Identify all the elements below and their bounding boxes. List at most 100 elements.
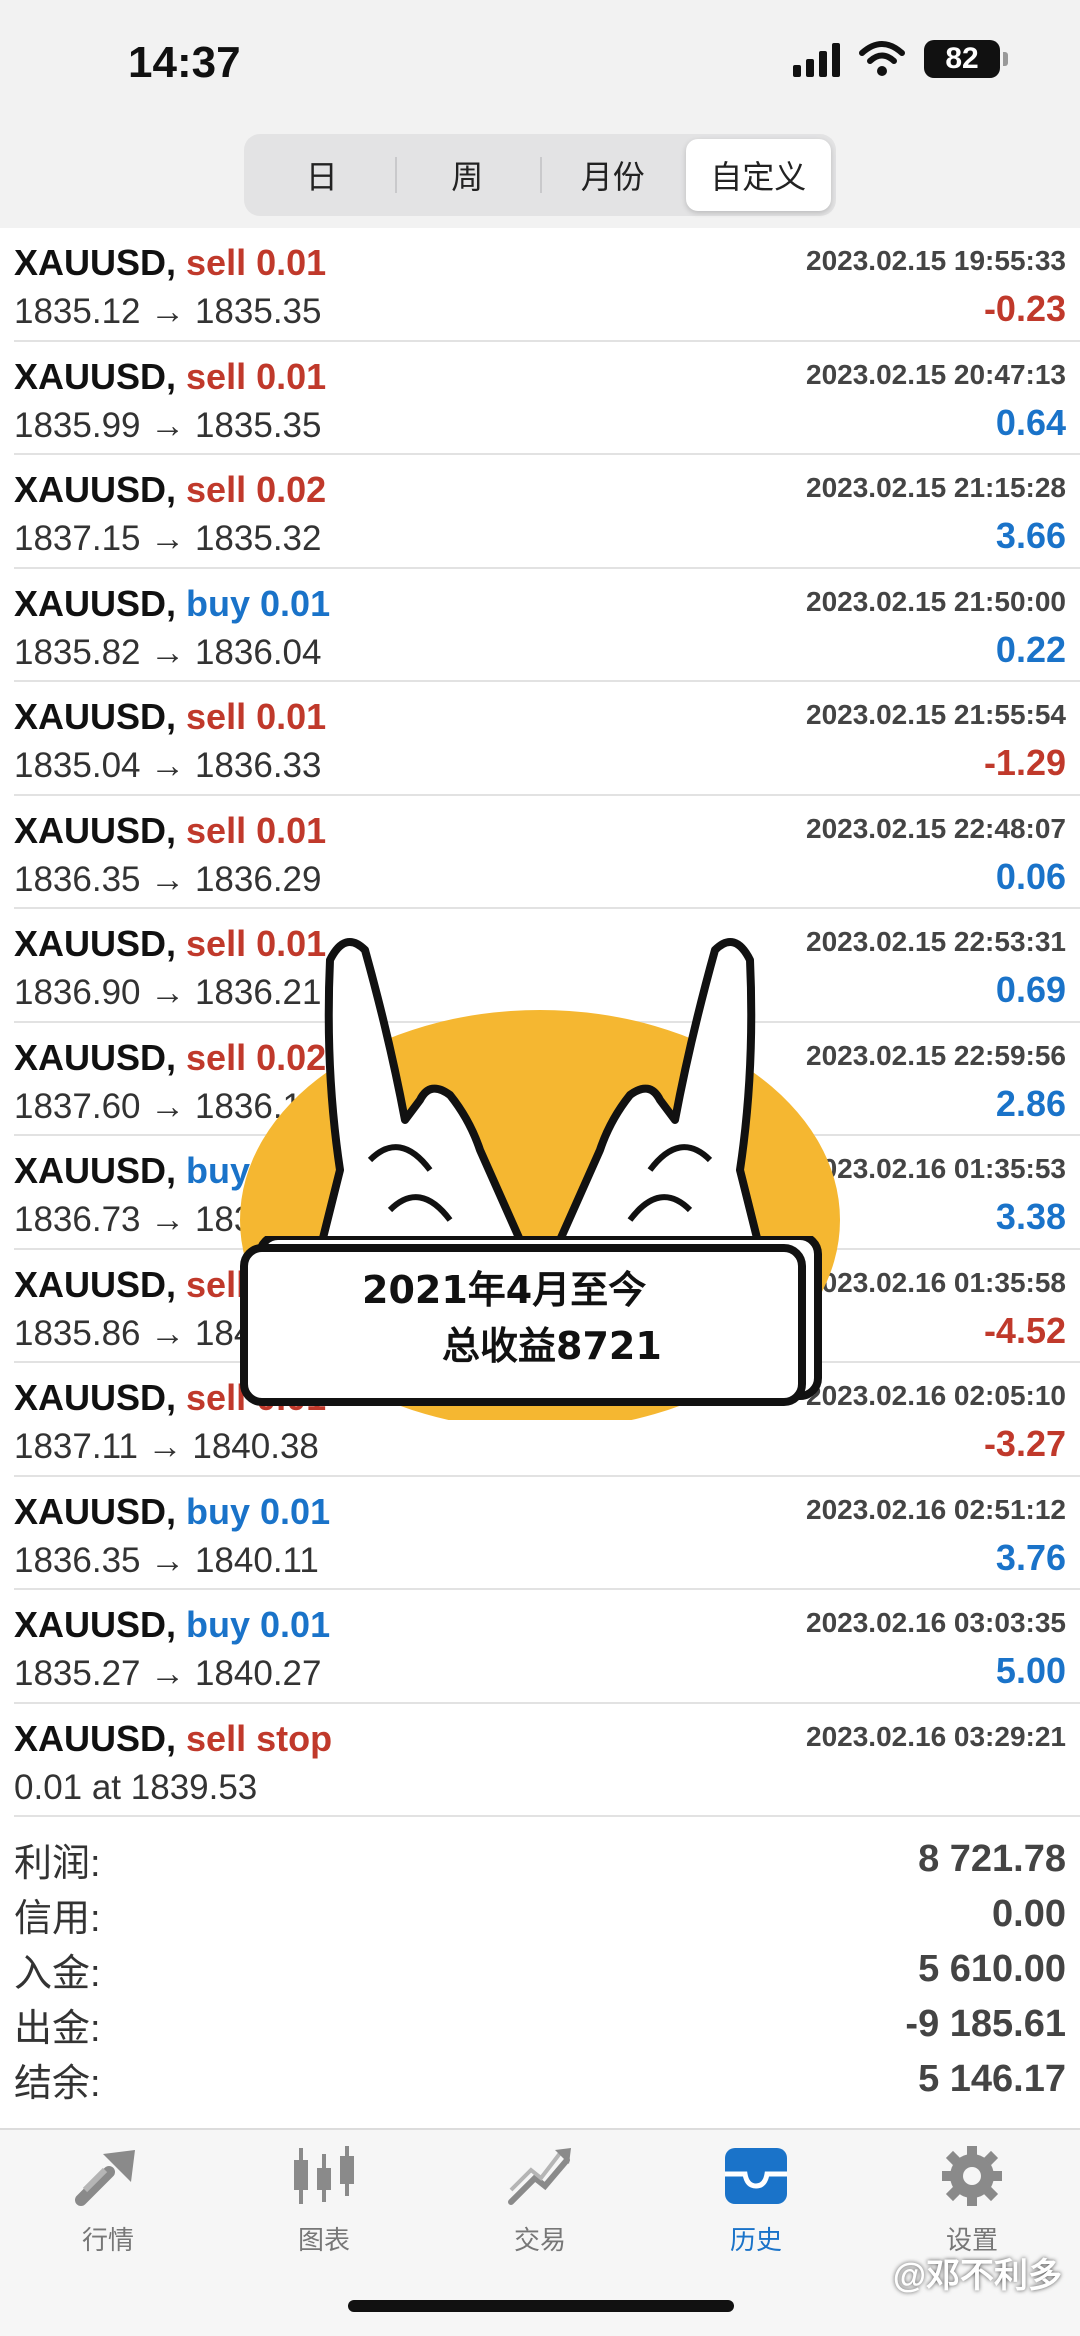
- trade-profit: 0.64: [995, 401, 1066, 443]
- trade-symbol: XAUUSD,: [14, 355, 177, 397]
- trade-symbol: XAUUSD,: [14, 1036, 177, 1078]
- status-icons: 82: [793, 40, 1008, 78]
- summary-row-deposit: 入金: 5 610.00: [14, 1942, 1066, 1997]
- overlay-caption: 2021年4月至今 总收益8721: [242, 1262, 802, 1374]
- trade-type: buy 0.01: [186, 1490, 331, 1532]
- trade-time: 2023.02.16 02:51:12: [806, 1493, 1066, 1525]
- trade-time: 2023.02.15 21:15:28: [806, 472, 1066, 503]
- segment-custom[interactable]: 自定义: [685, 139, 831, 211]
- trade-time: 2023.02.16 03:29:21: [806, 1720, 1066, 1752]
- tab-label: 历史: [729, 2225, 782, 2255]
- trade-profit: 3.38: [995, 1196, 1066, 1237]
- trade-profit: 0.22: [995, 628, 1066, 670]
- trade-row[interactable]: XAUUSD, sell stop 0.01 at 1839.53 2023.02.1…: [14, 1704, 1080, 1817]
- signal-icon: [793, 41, 840, 77]
- summary-value: 5 146.17: [918, 2058, 1066, 2100]
- trade-symbol-line: XAUUSD,sell 0.01: [14, 810, 326, 852]
- trade-icon: [508, 2148, 571, 2205]
- trade-time: 2023.02.15 21:50:00: [806, 585, 1066, 617]
- trade-symbol: XAUUSD,: [14, 696, 177, 737]
- trade-symbol: XAUUSD,: [14, 582, 177, 624]
- tab-history[interactable]: 历史: [686, 2144, 826, 2257]
- summary-label: 利润:: [14, 1843, 101, 1885]
- trade-price: 1835.82 → 1836.04: [14, 632, 322, 672]
- summary-row-credit: 信用: 0.00: [14, 1887, 1066, 1942]
- trade-symbol-line: XAUUSD,sell 0.01: [14, 242, 326, 284]
- summary-label: 入金:: [14, 1953, 101, 1995]
- summary-value: -9 185.61: [905, 2003, 1066, 2045]
- segment-week[interactable]: 周: [394, 139, 541, 211]
- trade-row[interactable]: XAUUSD, sell 0.02 1837.15 → 1835.32 2023.02…: [14, 455, 1080, 569]
- tab-chart[interactable]: 图表: [254, 2144, 394, 2257]
- trade-symbol: XAUUSD,: [14, 1263, 177, 1305]
- trade-symbol-line: XAUUSD,sell 0.01: [14, 696, 326, 738]
- trade-row[interactable]: XAUUSD, buy 0.01 1835.82 → 1836.04 2023.02.…: [14, 569, 1080, 682]
- trade-type: sell 0.01: [186, 355, 327, 397]
- segment-day[interactable]: 日: [249, 139, 395, 211]
- home-indicator[interactable]: [348, 2300, 734, 2312]
- summary-value: 0.00: [992, 1893, 1066, 1935]
- trade-profit: -0.23: [983, 288, 1066, 329]
- trade-row[interactable]: XAUUSD, sell 0.01 1835.12 → 1835.35 2023.02…: [14, 228, 1080, 342]
- trade-price: 1835.99 → 1835.35: [14, 405, 322, 445]
- status-time: 14:37: [128, 38, 241, 87]
- trade-type: sell stop: [186, 1717, 333, 1759]
- trade-symbol: XAUUSD,: [14, 242, 177, 283]
- trade-type: buy 0.01: [186, 582, 331, 624]
- summary-label: 信用:: [14, 1898, 101, 1940]
- summary-row-balance: 结余: 5 146.17: [14, 2052, 1066, 2107]
- tab-label: 行情: [81, 2225, 134, 2255]
- trade-row[interactable]: XAUUSD, buy 0.01 1835.27 → 1840.27 2023.02.…: [14, 1590, 1080, 1704]
- period-segmented-control: 日 周 月份 自定义: [244, 134, 836, 216]
- settings-icon: [942, 2146, 1002, 2206]
- trade-symbol-line: XAUUSD,buy 0.01: [14, 1491, 330, 1533]
- summary-label: 结余:: [14, 2063, 101, 2105]
- trade-row[interactable]: XAUUSD, sell 0.01 1835.99 → 1835.35 2023.02…: [14, 342, 1080, 455]
- trade-symbol-line: XAUUSD, sell 0.02: [14, 469, 326, 511]
- trade-price: 1835.12 → 1835.35: [14, 292, 322, 331]
- quotes-icon: [75, 2150, 135, 2206]
- trade-symbol: XAUUSD,: [14, 1604, 177, 1645]
- trade-symbol: XAUUSD,: [14, 1377, 177, 1418]
- trade-symbol: XAUUSD,: [14, 469, 177, 510]
- summary-value: 8 721.78: [918, 1838, 1066, 1880]
- segment-month[interactable]: 月份: [540, 139, 686, 211]
- history-icon: [725, 2148, 787, 2204]
- summary-row-profit: 利润: 8 721.78: [14, 1832, 1066, 1887]
- trade-price: 0.01 at 1839.53: [14, 1767, 258, 1807]
- trade-profit: 0.06: [995, 855, 1066, 897]
- trade-price: 1837.11 → 1840.38: [14, 1427, 319, 1466]
- chart-icon: [294, 2146, 354, 2204]
- trade-symbol: XAUUSD,: [14, 1150, 177, 1191]
- trade-time: 2023.02.15 21:55:54: [806, 699, 1066, 730]
- trade-profit: -1.29: [983, 742, 1066, 783]
- tab-settings[interactable]: 设置: [902, 2144, 1042, 2257]
- trade-time: 2023.02.16 03:03:35: [806, 1607, 1066, 1638]
- overlay-line2: 总收益8721: [442, 1324, 662, 1368]
- trade-price: 1836.35 → 1840.11: [14, 1540, 319, 1580]
- trade-type: sell 0.01: [186, 242, 327, 283]
- trade-symbol: XAUUSD,: [14, 923, 177, 964]
- trade-type: sell 0.02: [186, 469, 327, 510]
- account-summary: 利润: 8 721.78 信用: 0.00 入金: 5 610.00 出金: -…: [14, 1832, 1066, 2107]
- tab-quotes[interactable]: 行情: [38, 2144, 178, 2257]
- trade-profit: 3.76: [995, 1536, 1066, 1578]
- trade-symbol-line: XAUUSD,sell 0.01: [14, 356, 326, 398]
- trade-profit: 0.69: [995, 969, 1066, 1010]
- trade-type: sell 0.01: [186, 809, 327, 851]
- trade-row[interactable]: XAUUSD, sell 0.01 1836.35 → 1836.29 2023.02…: [14, 796, 1080, 909]
- trade-type: buy 0.01: [186, 1604, 331, 1645]
- trade-symbol: XAUUSD,: [14, 809, 177, 851]
- tab-label: 交易: [513, 2225, 566, 2255]
- trade-price: 1835.27 → 1840.27: [14, 1654, 322, 1693]
- trade-symbol-line: XAUUSD,buy 0.01: [14, 583, 330, 625]
- trade-row[interactable]: XAUUSD, sell 0.01 1835.04 → 1836.33 2023.02…: [14, 682, 1080, 796]
- trade-price: 1835.04 → 1836.33: [14, 746, 322, 785]
- trade-row[interactable]: XAUUSD, buy 0.01 1836.35 → 1840.11 2023.02.…: [14, 1477, 1080, 1590]
- summary-label: 出金:: [14, 2008, 101, 2050]
- trade-time: 2023.02.15 20:47:13: [806, 358, 1066, 390]
- tab-trade[interactable]: 交易: [470, 2144, 610, 2257]
- trade-time: 2023.02.15 19:55:33: [806, 245, 1066, 276]
- trade-profit: 3.66: [995, 515, 1066, 556]
- trade-price: 1836.35 → 1836.29: [14, 859, 322, 899]
